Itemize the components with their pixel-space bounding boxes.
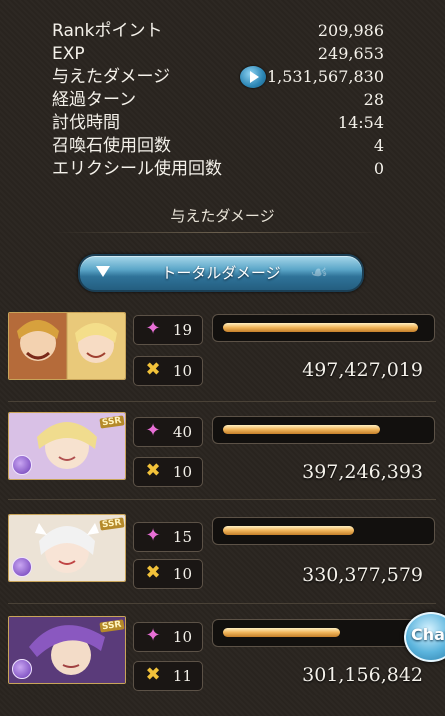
stat-label: 与えたダメージ <box>52 67 171 87</box>
hit-count: 10 <box>172 362 192 380</box>
section-divider <box>52 232 384 233</box>
cross-swords-icon: ✖ <box>145 460 161 481</box>
sparkle-icon: ✦ <box>145 318 161 339</box>
damage-value: 397,246,393 <box>302 461 423 483</box>
hit-count-box: ✖ 10 <box>133 356 203 386</box>
stat-value: 249,653 <box>317 44 384 63</box>
damage-share-fill <box>223 323 418 332</box>
stat-value: 28 <box>363 90 384 109</box>
hit-count: 10 <box>172 565 192 583</box>
damage-share-bar <box>212 314 435 342</box>
stat-rank-points: Rankポイント 209,986 <box>52 19 384 43</box>
stat-turns: 経過ターン 28 <box>52 88 384 112</box>
stat-elixir-uses: エリクシール使用回数 0 <box>52 157 384 181</box>
play-icon[interactable] <box>240 66 266 88</box>
party-member-row: SSR ✦ 10 ✖ 11 301,156,842 <box>0 616 445 716</box>
stat-label: 経過ターン <box>52 90 137 110</box>
character-portrait[interactable]: SSR <box>8 412 126 480</box>
skill-count-box: ✦ 10 <box>133 622 203 652</box>
stat-value: 209,986 <box>317 21 384 40</box>
damage-share-bar <box>212 619 435 647</box>
skill-count-box: ✦ 19 <box>133 315 203 345</box>
stat-value: 1,531,567,830 <box>266 67 384 86</box>
cross-swords-icon: ✖ <box>145 359 161 380</box>
damage-value: 301,156,842 <box>302 664 423 686</box>
hit-count-box: ✖ 10 <box>133 457 203 487</box>
character-portrait[interactable] <box>8 312 126 380</box>
stat-value: 14:54 <box>337 113 384 132</box>
row-divider <box>8 603 436 604</box>
hit-count-box: ✖ 10 <box>133 559 203 589</box>
cross-swords-icon: ✖ <box>145 664 161 685</box>
dark-element-icon <box>12 557 32 577</box>
sparkle-icon: ✦ <box>145 525 161 546</box>
skill-count: 10 <box>172 628 192 646</box>
stat-label: 召喚石使用回数 <box>52 136 171 156</box>
stat-label: エリクシール使用回数 <box>52 159 222 179</box>
stat-label: Rankポイント <box>52 21 163 41</box>
portrait-art <box>9 313 125 379</box>
character-portrait[interactable]: SSR <box>8 616 126 684</box>
hit-count: 10 <box>172 463 192 481</box>
section-title: 与えたダメージ <box>170 207 275 225</box>
stat-damage-dealt: 与えたダメージ 1,531,567,830 <box>52 65 384 89</box>
hit-count-box: ✖ 11 <box>133 661 203 691</box>
sparkle-icon: ✦ <box>145 420 161 441</box>
stat-value: 4 <box>373 136 384 155</box>
stat-summon-uses: 召喚石使用回数 4 <box>52 134 384 158</box>
skill-count-box: ✦ 15 <box>133 522 203 552</box>
damage-share-bar <box>212 416 435 444</box>
total-damage-dropdown-button[interactable]: トータルダメージ ☙ <box>78 254 364 292</box>
damage-share-fill <box>223 628 340 637</box>
skill-count: 40 <box>172 423 192 441</box>
hit-count: 11 <box>172 667 192 685</box>
character-portrait[interactable]: SSR <box>8 514 126 582</box>
stat-value: 0 <box>373 159 384 178</box>
party-member-row: SSR ✦ 15 ✖ 10 330,377,579 <box>0 514 445 614</box>
stat-time: 討伐時間 14:54 <box>52 111 384 135</box>
skill-count: 19 <box>172 321 192 339</box>
damage-share-fill <box>223 526 354 535</box>
skill-count: 15 <box>172 528 192 546</box>
party-member-row: SSR ✦ 40 ✖ 10 397,246,393 <box>0 412 445 512</box>
sparkle-icon: ✦ <box>145 625 161 646</box>
stat-exp: EXP 249,653 <box>52 42 384 66</box>
ornament-icon: ☙ <box>310 260 328 284</box>
damage-value: 330,377,579 <box>302 564 423 586</box>
dark-element-icon <box>12 455 32 475</box>
stat-label: 討伐時間 <box>52 113 120 133</box>
cross-swords-icon: ✖ <box>145 562 161 583</box>
dark-element-icon <box>12 659 32 679</box>
skill-count-box: ✦ 40 <box>133 417 203 447</box>
chat-label: Chat <box>411 625 445 644</box>
damage-share-bar <box>212 517 435 545</box>
party-member-row: ✦ 19 ✖ 10 497,427,019 <box>0 312 445 412</box>
row-divider <box>8 401 436 402</box>
row-divider <box>8 499 436 500</box>
damage-value: 497,427,019 <box>302 359 423 381</box>
damage-share-fill <box>223 425 380 434</box>
stat-label: EXP <box>52 44 85 64</box>
